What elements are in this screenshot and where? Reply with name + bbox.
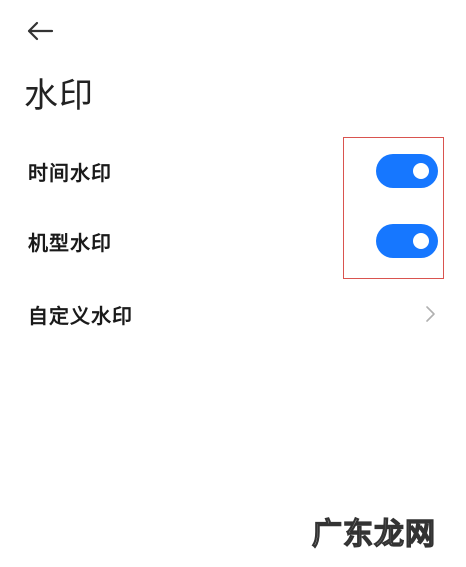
chevron-right-icon (426, 306, 435, 322)
back-button[interactable] (26, 16, 66, 46)
site-watermark: 广东龙网 (311, 516, 436, 552)
arrow-left-icon (27, 21, 54, 41)
setting-row-custom-watermark[interactable]: 自定义水印 (0, 284, 466, 344)
page-title: 水印 (24, 76, 94, 116)
model-watermark-label: 机型水印 (28, 230, 112, 255)
watermark-settings-screen: 水印 时间水印 机型水印 自定义水印 广东龙网 (0, 0, 466, 567)
toggle-highlight-annotation (343, 137, 444, 279)
custom-watermark-label: 自定义水印 (28, 303, 133, 328)
time-watermark-label: 时间水印 (28, 160, 112, 185)
